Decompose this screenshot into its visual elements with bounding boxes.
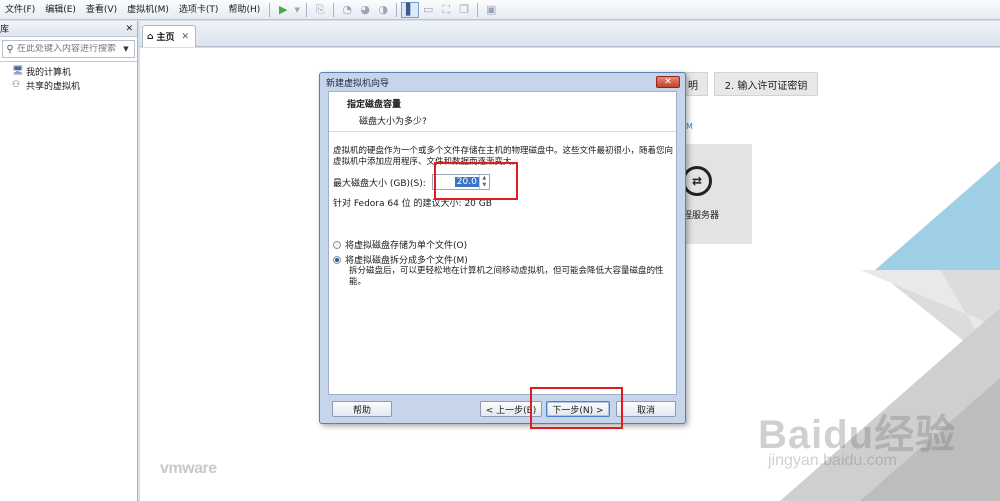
library-title: 库 [0, 25, 10, 35]
toolbar-separator [333, 2, 335, 17]
revert-snapshot-icon[interactable]: ◕ [356, 2, 374, 18]
toolbar-separator [306, 2, 308, 17]
help-button[interactable]: 帮助 [332, 401, 392, 417]
new-vm-wizard-dialog: 新建虚拟机向导 ✕ 指定磁盘容量 磁盘大小为多少? 虚拟机的硬盘作为一个或多个文… [319, 72, 686, 424]
toolbar-separator [269, 2, 271, 17]
option-split-files[interactable]: 将虚拟磁盘拆分成多个文件(M) [333, 253, 468, 266]
cancel-button[interactable]: 取消 [616, 401, 676, 417]
library-search[interactable]: ⚲ ▼ [2, 40, 135, 58]
enter-license-key-button[interactable]: 2. 输入许可证密钥 [714, 72, 818, 96]
menu-file[interactable]: 文件(F) [0, 0, 40, 20]
dialog-title: 新建虚拟机向导 [326, 78, 390, 89]
toolbar-separator [477, 2, 479, 17]
menu-tabs[interactable]: 选项卡(T) [174, 0, 224, 20]
option-single-file[interactable]: 将虚拟磁盘存储为单个文件(O) [333, 238, 467, 251]
unity-icon[interactable]: ❐ [455, 2, 473, 18]
divider [0, 61, 137, 62]
remote-server-icon: ⇄ [682, 166, 712, 196]
console-view-icon[interactable]: ▣ [482, 2, 500, 18]
tree-item-label: 我的计算机 [26, 67, 72, 78]
show-library-icon[interactable]: ▌ [401, 1, 420, 18]
chevron-down-icon[interactable]: ▼ [292, 2, 302, 18]
power-on-icon[interactable]: ▶ [274, 2, 292, 18]
option-label: 将虚拟磁盘拆分成多个文件(M) [345, 256, 468, 266]
tab-bar: ⌂ 主页 ✕ [140, 21, 1000, 47]
highlight-next-button [530, 387, 623, 429]
home-icon: ⌂ [147, 31, 154, 42]
radio-single-file[interactable] [333, 240, 341, 249]
tab-home[interactable]: ⌂ 主页 ✕ [142, 25, 196, 47]
option-label: 将虚拟磁盘存储为单个文件(O) [345, 241, 468, 251]
search-icon: ⚲ [6, 43, 14, 55]
library-header: 库 ✕ [0, 21, 137, 37]
menubar: 文件(F) 编辑(E) 查看(V) 虚拟机(M) 选项卡(T) 帮助(H) ▶ … [0, 0, 1000, 20]
menu-edit[interactable]: 编辑(E) [40, 0, 81, 20]
shared-vm-icon: ⚇ [12, 80, 21, 90]
tab-label: 主页 [156, 33, 175, 43]
dialog-header: 指定磁盘容量 磁盘大小为多少? [329, 92, 676, 132]
close-icon[interactable]: ✕ [125, 24, 133, 34]
fullscreen-icon[interactable]: ⛶ [437, 2, 455, 18]
tree-item-my-computer[interactable]: 🖥 我的计算机 [0, 64, 137, 78]
library-panel: 库 ✕ ⚲ ▼ 🖥 我的计算机 ⚇ 共享的虚拟机 [0, 21, 138, 501]
menu-vm[interactable]: 虚拟机(M) [122, 0, 174, 20]
search-input[interactable] [17, 44, 121, 54]
tree-item-label: 共享的虚拟机 [26, 81, 81, 92]
side-fragment: M [686, 122, 693, 131]
close-icon[interactable]: ✕ [181, 32, 189, 42]
computer-icon: 🖥 [12, 66, 24, 76]
snapshot-icon[interactable]: ◔ [338, 2, 356, 18]
dialog-body: 指定磁盘容量 磁盘大小为多少? 虚拟机的硬盘作为一个或多个文件存储在主机的物理磁… [328, 91, 677, 395]
max-disk-size-label: 最大磁盘大小 (GB)(S): [333, 178, 426, 189]
split-note: 拆分磁盘后，可以更轻松地在计算机之间移动虚拟机，但可能会降低大容量磁盘的性能。 [349, 266, 664, 287]
send-keys-icon[interactable]: ⎘ [311, 2, 329, 18]
snapshot-manager-icon[interactable]: ◑ [374, 2, 392, 18]
dialog-heading: 指定磁盘容量 [347, 100, 402, 110]
close-button[interactable]: ✕ [656, 76, 680, 88]
menu-help[interactable]: 帮助(H) [223, 0, 265, 20]
highlight-disk-size [434, 162, 518, 200]
dialog-subheading: 磁盘大小为多少? [359, 117, 427, 127]
menu-view[interactable]: 查看(V) [81, 0, 122, 20]
radio-split-files[interactable] [333, 255, 341, 264]
toolbar-separator [396, 2, 398, 17]
chevron-down-icon[interactable]: ▼ [121, 45, 131, 53]
vmware-logo: vmware [160, 460, 217, 477]
baidu-watermark-url: jingyan.baidu.com [768, 452, 897, 469]
thumbnail-bar-icon[interactable]: ▭ [419, 2, 437, 18]
tree-item-shared-vms[interactable]: ⚇ 共享的虚拟机 [0, 78, 137, 92]
